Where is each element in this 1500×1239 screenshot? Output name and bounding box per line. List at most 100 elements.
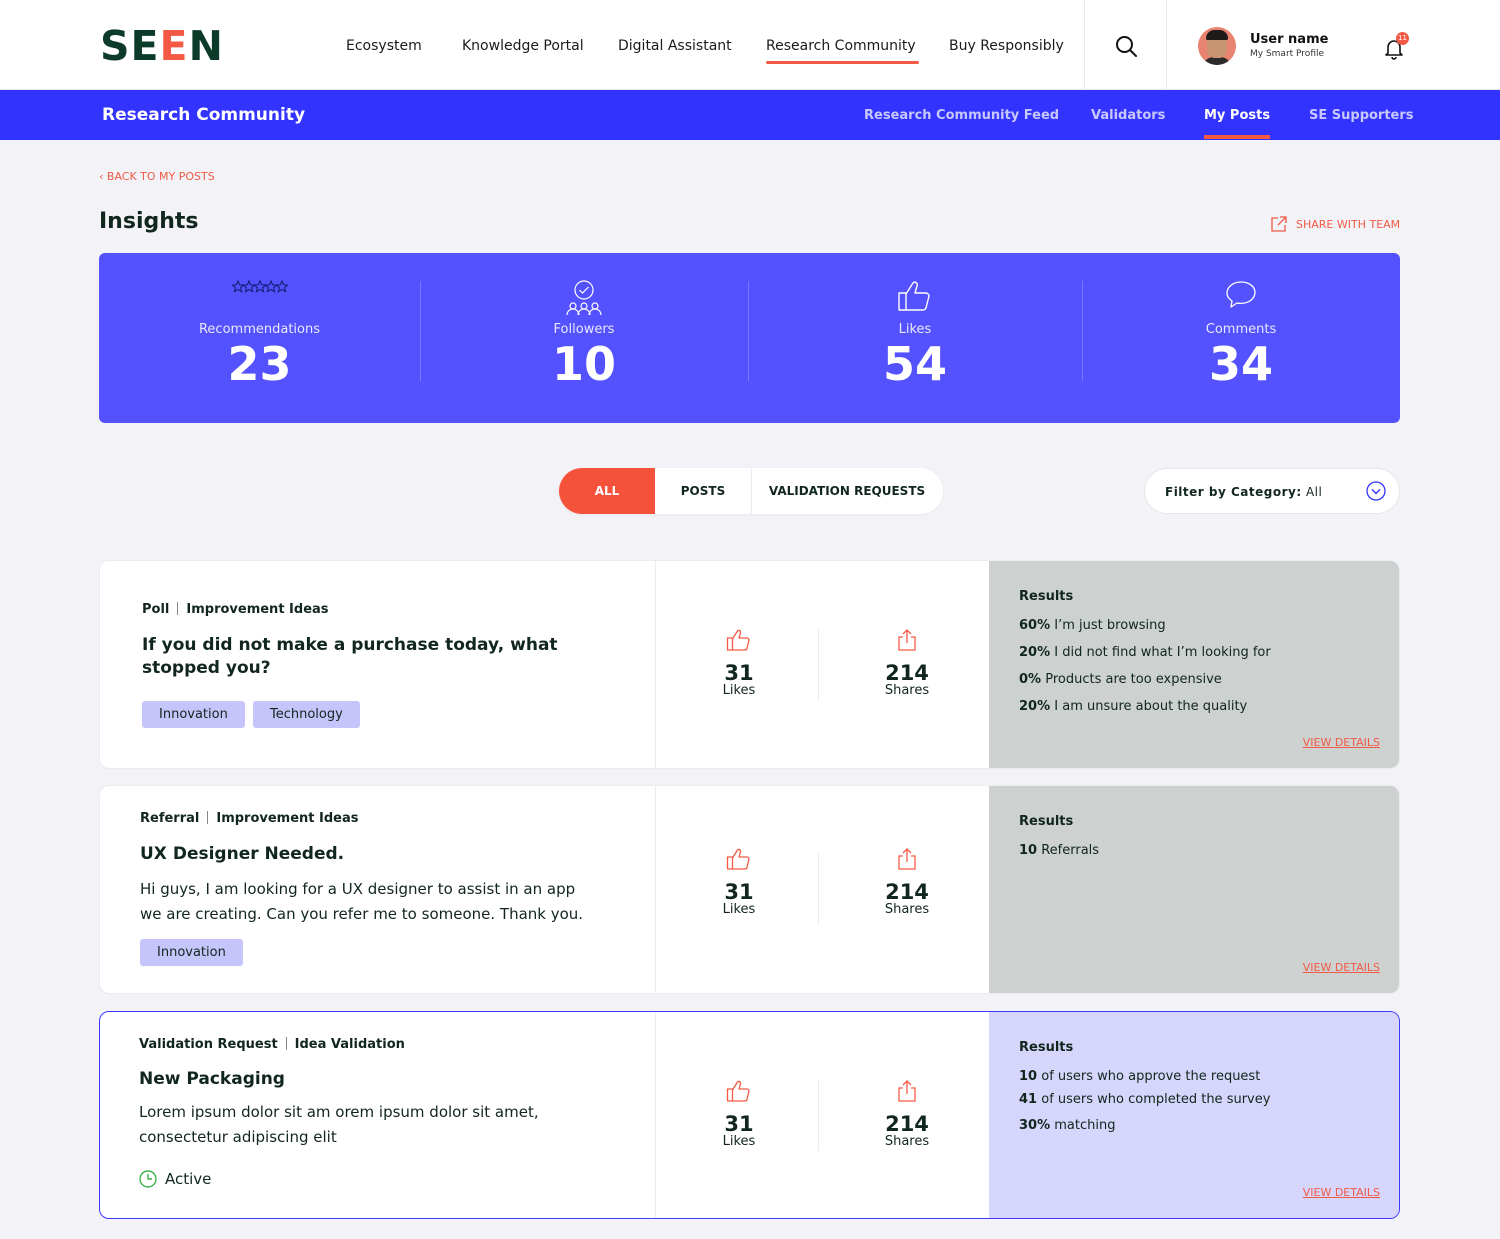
- card-content: Poll Improvement Ideas If you did not mak…: [100, 561, 655, 768]
- post-meta: Validation Request Idea Validation: [139, 1037, 405, 1052]
- card-metrics: 31 Likes 214 Shares: [655, 786, 989, 993]
- tag-innovation[interactable]: Innovation: [140, 939, 243, 966]
- result-text: I am unsure about the quality: [1054, 699, 1248, 714]
- results-panel: Results 60% I’m just browsing 20% I did …: [989, 561, 1399, 768]
- nav-buy-responsibly[interactable]: Buy Responsibly: [949, 38, 1064, 54]
- shares-count: 214: [885, 661, 929, 685]
- chevron-down-icon: [1366, 481, 1386, 501]
- avatar[interactable]: [1198, 27, 1236, 65]
- post-body: Lorem ipsum dolor sit am orem ipsum dolo…: [139, 1103, 539, 1146]
- filter-text: Filter by Category: All: [1165, 485, 1322, 499]
- result-line: 41 of users who completed the survey: [1019, 1092, 1270, 1107]
- likes-label: Likes: [722, 1134, 756, 1149]
- post-card-poll[interactable]: Poll Improvement Ideas If you did not mak…: [99, 560, 1400, 769]
- post-body: Hi guys, I am looking for a UX designer …: [140, 880, 584, 923]
- thumbs-up-icon[interactable]: [726, 847, 752, 871]
- stat-followers: Followers 10: [420, 253, 748, 423]
- category-filter-dropdown[interactable]: Filter by Category: All: [1144, 468, 1400, 514]
- stat-likes: Likes 54: [748, 253, 1082, 423]
- tab-validation-requests[interactable]: VALIDATION REQUESTS: [751, 468, 943, 514]
- share-icon: [1271, 216, 1287, 232]
- view-details-link[interactable]: VIEW DETAILS: [1303, 1186, 1380, 1199]
- result-line: 60% I’m just browsing: [1019, 618, 1166, 633]
- tab-all[interactable]: ALL: [559, 468, 655, 514]
- post-meta: Referral Improvement Ideas: [140, 811, 359, 826]
- result-value: 10: [1019, 1069, 1038, 1084]
- result-value: 41: [1019, 1092, 1038, 1107]
- post-card-referral[interactable]: Referral Improvement Ideas UX Designer Ne…: [99, 785, 1400, 994]
- nav-research-community[interactable]: Research Community: [766, 38, 919, 64]
- shares-label: Shares: [884, 902, 930, 917]
- shares-count: 214: [885, 1112, 929, 1136]
- likes-count: 31: [724, 661, 754, 685]
- shares-count: 214: [885, 880, 929, 904]
- subnav-my-posts[interactable]: My Posts: [1204, 108, 1271, 139]
- likes-label: Likes: [722, 902, 756, 917]
- view-details-link[interactable]: VIEW DETAILS: [1303, 961, 1380, 974]
- section-nav: Research Community Research Community Fe…: [0, 90, 1500, 140]
- share-icon[interactable]: [897, 847, 917, 871]
- search-icon[interactable]: [1114, 34, 1138, 58]
- insights-stats-panel: Recommendations 23 Followers 10 Likes 54: [99, 253, 1400, 423]
- post-title[interactable]: UX Designer Needed.: [140, 843, 620, 866]
- subnav-se-supporters[interactable]: SE Supporters: [1309, 108, 1414, 123]
- chevron-left-icon: ‹: [99, 170, 104, 183]
- result-text: of users who completed the survey: [1041, 1092, 1271, 1107]
- status-badge: Active: [139, 1170, 211, 1188]
- card-metrics: 31 Likes 214 Shares: [655, 561, 989, 768]
- post-type: Poll: [142, 602, 170, 617]
- subnav-validators[interactable]: Validators: [1091, 108, 1165, 123]
- back-link[interactable]: ‹ BACK TO MY POSTS: [99, 170, 215, 183]
- status-text: Active: [165, 1170, 212, 1188]
- nav-digital-assistant[interactable]: Digital Assistant: [618, 38, 732, 54]
- tab-posts[interactable]: POSTS: [655, 468, 751, 514]
- result-text: I’m just browsing: [1054, 618, 1166, 633]
- thumbs-up-icon[interactable]: [726, 628, 752, 652]
- stars-icon: [231, 279, 288, 293]
- followers-icon: [566, 280, 602, 316]
- nav-ecosystem[interactable]: Ecosystem: [346, 38, 422, 54]
- results-title: Results: [1019, 589, 1074, 604]
- thumbs-up-icon: [898, 281, 930, 311]
- result-value: 30%: [1019, 1118, 1051, 1133]
- result-text: Referrals: [1041, 843, 1100, 858]
- notification-badge: 11: [1396, 32, 1409, 45]
- subnav-feed[interactable]: Research Community Feed: [864, 108, 1059, 123]
- result-value: 10: [1019, 843, 1038, 858]
- user-profile-link[interactable]: My Smart Profile: [1250, 49, 1324, 59]
- metric-divider: [818, 853, 819, 925]
- result-value: 20%: [1019, 699, 1051, 714]
- post-category: Idea Validation: [294, 1037, 405, 1052]
- header-divider: [1084, 0, 1085, 90]
- card-content: Referral Improvement Ideas UX Designer Ne…: [100, 786, 655, 993]
- result-text: matching: [1054, 1118, 1116, 1133]
- result-value: 20%: [1019, 645, 1051, 660]
- thumbs-up-icon[interactable]: [726, 1079, 752, 1103]
- results-title: Results: [1019, 814, 1074, 829]
- nav-knowledge-portal[interactable]: Knowledge Portal: [462, 38, 584, 54]
- result-line: 0% Products are too expensive: [1019, 672, 1222, 687]
- tag-innovation[interactable]: Innovation: [142, 701, 245, 728]
- post-card-validation-request[interactable]: Validation Request Idea Validation New Pa…: [99, 1011, 1400, 1219]
- result-text: of users who approve the request: [1041, 1069, 1261, 1084]
- result-line: 20% I am unsure about the quality: [1019, 699, 1247, 714]
- post-category: Improvement Ideas: [216, 811, 359, 826]
- stat-comments: Comments 34: [1082, 253, 1400, 423]
- user-name[interactable]: User name: [1250, 32, 1328, 47]
- share-icon[interactable]: [897, 1079, 917, 1103]
- shares-label: Shares: [884, 1134, 930, 1149]
- share-icon[interactable]: [897, 628, 917, 652]
- result-text: I did not find what I’m looking for: [1054, 645, 1271, 660]
- post-title[interactable]: If you did not make a purchase today, wh…: [142, 634, 572, 680]
- result-line: 10 Referrals: [1019, 843, 1099, 858]
- card-metrics: 31 Likes 214 Shares: [655, 1012, 989, 1218]
- tag-technology[interactable]: Technology: [253, 701, 360, 728]
- post-title[interactable]: New Packaging: [139, 1068, 619, 1091]
- seen-logo[interactable]: SEEN: [100, 22, 224, 70]
- view-details-link[interactable]: VIEW DETAILS: [1303, 736, 1380, 749]
- filter-label: Filter by Category:: [1165, 485, 1302, 499]
- share-with-team-button[interactable]: SHARE WITH TEAM: [1270, 215, 1400, 233]
- top-header: SEEN Ecosystem Knowledge Portal Digital …: [0, 0, 1500, 90]
- result-text: Products are too expensive: [1045, 672, 1222, 687]
- likes-label: Likes: [722, 683, 756, 698]
